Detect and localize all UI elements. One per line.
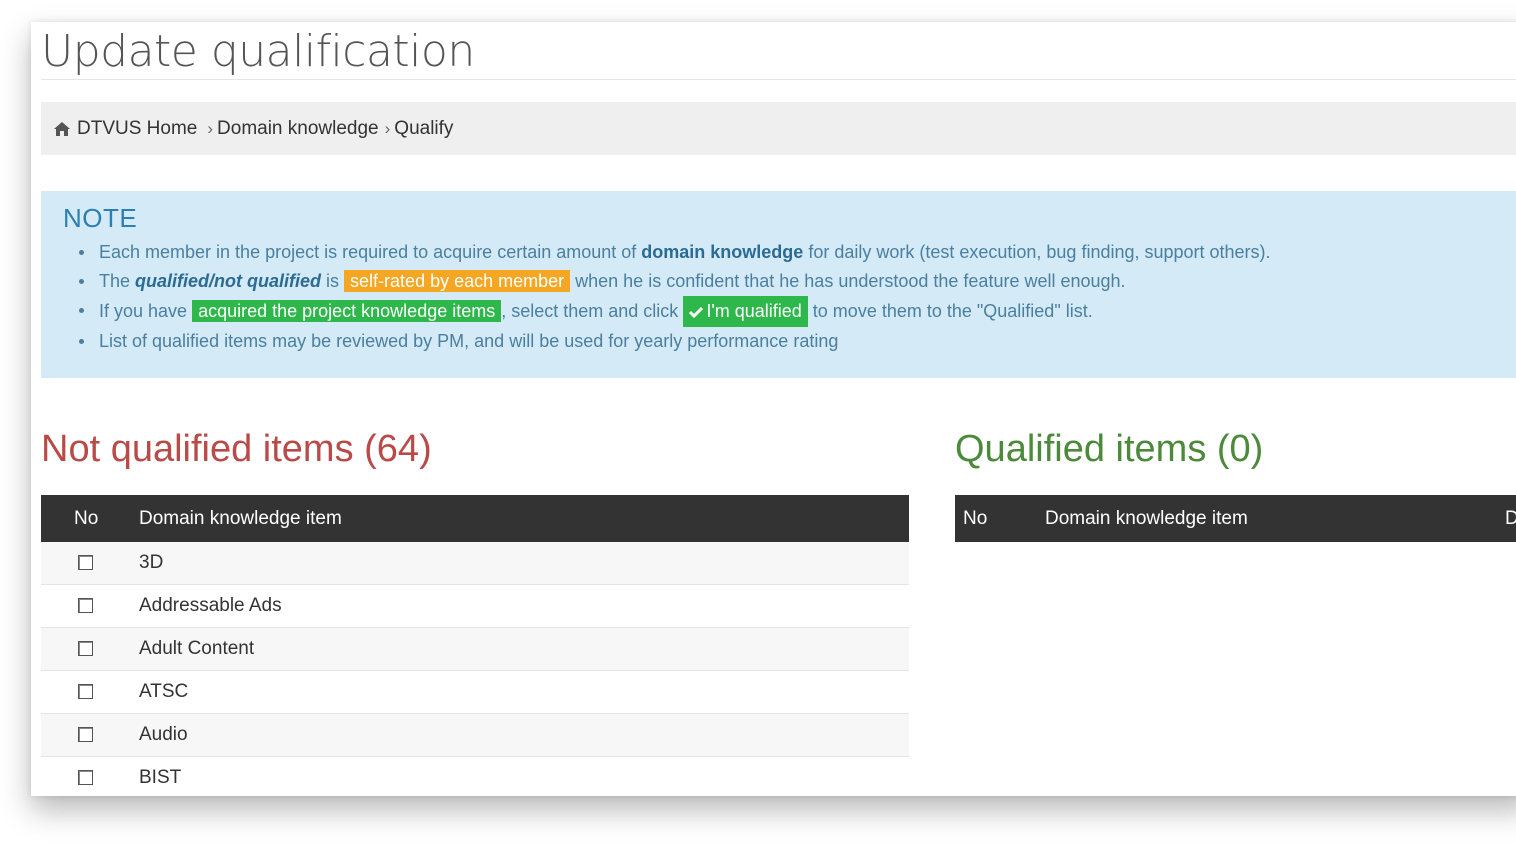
item-name: ATSC (139, 670, 909, 714)
row-checkbox[interactable] (78, 684, 93, 700)
app-window: Update qualification DTVUS Home › Domain… (31, 22, 1516, 796)
note-text: Each member in the project is required t… (99, 242, 642, 262)
note-text: when he is confident that he has underst… (570, 271, 1126, 291)
table-row[interactable]: Addressable Ads (41, 584, 909, 628)
table-row[interactable]: 3D (41, 542, 909, 585)
title-divider (41, 79, 1516, 80)
note-text: to move them to the "Qualified" list. (807, 301, 1093, 321)
note-list: Each member in the project is required t… (63, 238, 1516, 356)
note-item: If you have acquired the project knowled… (79, 296, 1516, 327)
note-text: If you have (99, 301, 193, 321)
breadcrumb: DTVUS Home › Domain knowledge › Qualify (41, 102, 1516, 155)
note-text: , select them and click (501, 301, 684, 321)
column-header-item: Domain knowledge item (139, 495, 909, 542)
table-row[interactable]: Adult Content (41, 627, 909, 671)
note-emphasis: domain knowledge (641, 242, 804, 262)
item-name: Adult Content (139, 627, 909, 671)
breadcrumb-separator: › (384, 118, 391, 138)
item-name: Audio (139, 713, 909, 757)
checkbox-cell (41, 713, 139, 757)
note-item: The qualified/not qualified is self-rate… (79, 267, 1516, 296)
note-box: NOTE Each member in the project is requi… (41, 191, 1516, 378)
row-checkbox[interactable] (78, 770, 93, 786)
column-header-no: No (955, 495, 1045, 542)
item-name: Addressable Ads (139, 584, 909, 628)
breadcrumb-domain-knowledge-link[interactable]: Domain knowledge (217, 118, 379, 140)
qualified-title: Qualified items (0) (955, 428, 1264, 470)
not-qualified-table: No Domain knowledge item 3D Addressable … (41, 495, 909, 796)
item-name: 3D (139, 542, 909, 585)
column-header-extra: D (1505, 495, 1516, 542)
im-qualified-sample-button: I'm qualified (683, 296, 808, 327)
row-checkbox[interactable] (78, 727, 93, 743)
table-header-row: No Domain knowledge item (41, 495, 909, 542)
acquired-label: acquired the project knowledge items (192, 300, 502, 322)
table-row[interactable]: Audio (41, 713, 909, 757)
page-title: Update qualification (41, 26, 475, 77)
im-qualified-label: I'm qualified (706, 301, 802, 321)
column-header-no: No (41, 495, 139, 542)
column-header-item: Domain knowledge item (1045, 495, 1505, 542)
self-rated-label: self-rated by each member (344, 270, 571, 292)
checkbox-cell (41, 756, 139, 796)
home-icon (54, 121, 70, 136)
table-row[interactable]: BIST (41, 756, 909, 796)
breadcrumb-home-link[interactable]: DTVUS Home (77, 118, 197, 140)
row-checkbox[interactable] (78, 598, 93, 614)
row-checkbox[interactable] (78, 555, 93, 571)
checkbox-cell (41, 670, 139, 714)
note-text: The (99, 271, 136, 291)
note-text: is (321, 271, 345, 291)
check-icon (689, 306, 704, 318)
table-header-row: No Domain knowledge item D (955, 495, 1516, 542)
checkbox-cell (41, 627, 139, 671)
not-qualified-title: Not qualified items (64) (41, 428, 432, 470)
note-title: NOTE (63, 203, 138, 233)
checkbox-cell (41, 584, 139, 628)
note-text: for daily work (test execution, bug find… (803, 242, 1271, 262)
breadcrumb-separator: › (207, 118, 214, 138)
breadcrumb-current: Qualify (394, 117, 454, 139)
row-checkbox[interactable] (78, 641, 93, 657)
note-item: List of qualified items may be reviewed … (79, 327, 1516, 356)
table-row[interactable]: ATSC (41, 670, 909, 714)
note-item: Each member in the project is required t… (79, 238, 1516, 267)
checkbox-cell (41, 542, 139, 585)
note-emphasis: qualified/not qualified (135, 271, 322, 291)
item-name: BIST (139, 756, 909, 796)
qualified-table: No Domain knowledge item D (955, 495, 1516, 542)
